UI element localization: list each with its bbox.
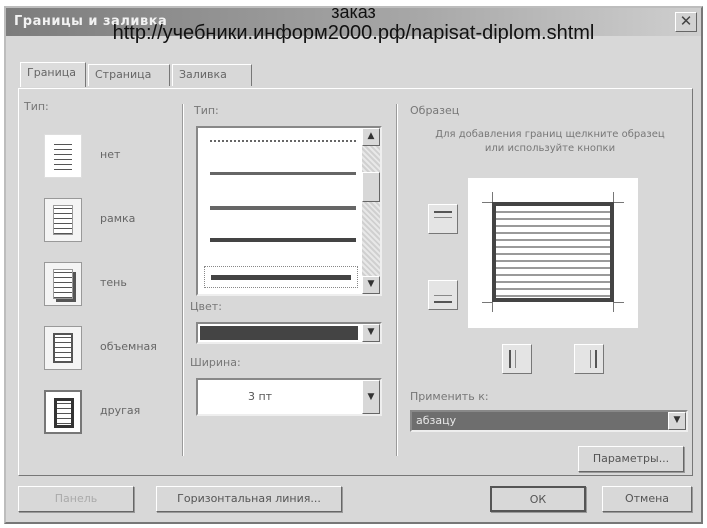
right-border-icon-line — [590, 350, 591, 368]
color-select[interactable]: ▼ — [196, 322, 382, 344]
cancel-button[interactable]: Отмена — [602, 486, 692, 512]
right-border-icon — [595, 350, 597, 368]
border-3d-icon — [44, 326, 82, 370]
type-label-3d: объемная — [100, 340, 157, 353]
tab-page[interactable]: Страница — [88, 64, 170, 86]
bottom-border-button[interactable] — [428, 280, 458, 310]
overlay-text-url: http://учебники.информ2000.рф/napisat-di… — [112, 22, 595, 44]
horizontal-line-button[interactable]: Горизонтальная линия... — [156, 486, 342, 512]
border-box-icon — [44, 198, 82, 242]
color-swatch — [200, 326, 358, 340]
apply-to-label: Применить к: — [410, 390, 489, 403]
corner-mark-bl-h — [482, 302, 492, 303]
type-option-shadow[interactable]: тень — [34, 262, 174, 308]
type-option-custom[interactable]: другая — [34, 390, 174, 436]
tab-borders-label: Граница — [27, 66, 77, 79]
corner-mark-tl-h — [482, 202, 492, 203]
line-style-dotted[interactable] — [210, 140, 356, 142]
tab-shading[interactable]: Заливка — [172, 64, 252, 86]
line-style-list[interactable]: ▲ ▼ — [196, 126, 382, 296]
dropdown-icon: ▼ — [673, 415, 681, 425]
preview-page[interactable] — [492, 202, 614, 302]
border-custom-icon — [44, 390, 82, 434]
type-label-box: рамка — [100, 212, 136, 225]
borders-and-shading-dialog: Границы и заливка ✕ Граница Страница Зал… — [4, 6, 703, 524]
dropdown-icon: ▼ — [367, 327, 375, 337]
border-shadow-icon — [44, 262, 82, 306]
corner-mark-tr-h — [614, 202, 624, 203]
corner-mark-tr-v — [613, 192, 614, 202]
width-label: Ширина: — [190, 356, 241, 369]
type-label-none: нет — [100, 148, 121, 161]
apply-to-select[interactable]: абзацу ▼ — [410, 410, 688, 432]
scroll-up-icon: ▲ — [367, 131, 375, 141]
line-style-label: Тип: — [194, 104, 219, 117]
left-border-icon — [509, 350, 511, 368]
line-style-scrollbar[interactable]: ▲ ▼ — [362, 128, 380, 294]
line-style-thin[interactable] — [210, 172, 356, 175]
tab-borders[interactable]: Граница — [20, 62, 86, 87]
border-preview[interactable] — [468, 178, 638, 328]
apply-to-value: абзацу — [416, 414, 457, 427]
scroll-up-button[interactable]: ▲ — [362, 128, 380, 146]
options-button[interactable]: Параметры... — [578, 446, 684, 472]
right-border-button[interactable] — [574, 344, 604, 374]
color-dropdown-button[interactable]: ▼ — [362, 324, 380, 342]
tab-shading-label: Заливка — [179, 68, 227, 81]
line-style-selected[interactable] — [204, 266, 358, 288]
scroll-down-icon: ▼ — [367, 279, 375, 289]
sample-hint: Для добавления границ щелкните образец и… — [435, 129, 665, 154]
color-label: Цвет: — [190, 300, 222, 313]
type-option-none[interactable]: нет — [34, 134, 174, 180]
border-none-icon — [44, 134, 82, 178]
type-label-custom: другая — [100, 404, 141, 417]
left-border-button[interactable] — [502, 344, 532, 374]
bottom-border-icon-line — [434, 295, 452, 296]
top-border-icon — [434, 211, 452, 213]
column-divider-2 — [396, 104, 398, 456]
panel-button[interactable]: Панель — [18, 486, 134, 512]
width-dropdown-button[interactable]: ▼ — [362, 380, 380, 414]
column-divider-1 — [182, 104, 184, 456]
corner-mark-br-h — [614, 302, 624, 303]
scroll-down-button[interactable]: ▼ — [362, 276, 380, 294]
type-group-label: Тип: — [24, 100, 49, 113]
scroll-thumb[interactable] — [362, 172, 380, 202]
line-style-medium[interactable] — [210, 206, 356, 210]
sample-label: Образец — [410, 104, 460, 117]
line-style-thick[interactable] — [210, 238, 356, 242]
corner-mark-br-v — [613, 302, 614, 312]
type-label-shadow: тень — [100, 276, 127, 289]
width-value: 3 пт — [248, 390, 273, 403]
top-border-icon-line — [434, 217, 452, 218]
type-option-box[interactable]: рамка — [34, 198, 174, 244]
width-select[interactable]: 3 пт ▼ — [196, 378, 382, 416]
bottom-border-icon — [434, 301, 452, 303]
type-option-3d[interactable]: объемная — [34, 326, 174, 372]
tab-page-label: Страница — [95, 68, 152, 81]
top-border-button[interactable] — [428, 204, 458, 234]
corner-mark-tl-v — [492, 192, 493, 202]
overlay-text-order: заказ — [331, 2, 376, 22]
left-border-icon-line — [515, 350, 516, 368]
apply-to-dropdown-button[interactable]: ▼ — [668, 412, 686, 430]
dropdown-icon: ▼ — [367, 392, 375, 402]
corner-mark-bl-v — [492, 302, 493, 312]
ok-button[interactable]: ОК — [490, 486, 586, 512]
